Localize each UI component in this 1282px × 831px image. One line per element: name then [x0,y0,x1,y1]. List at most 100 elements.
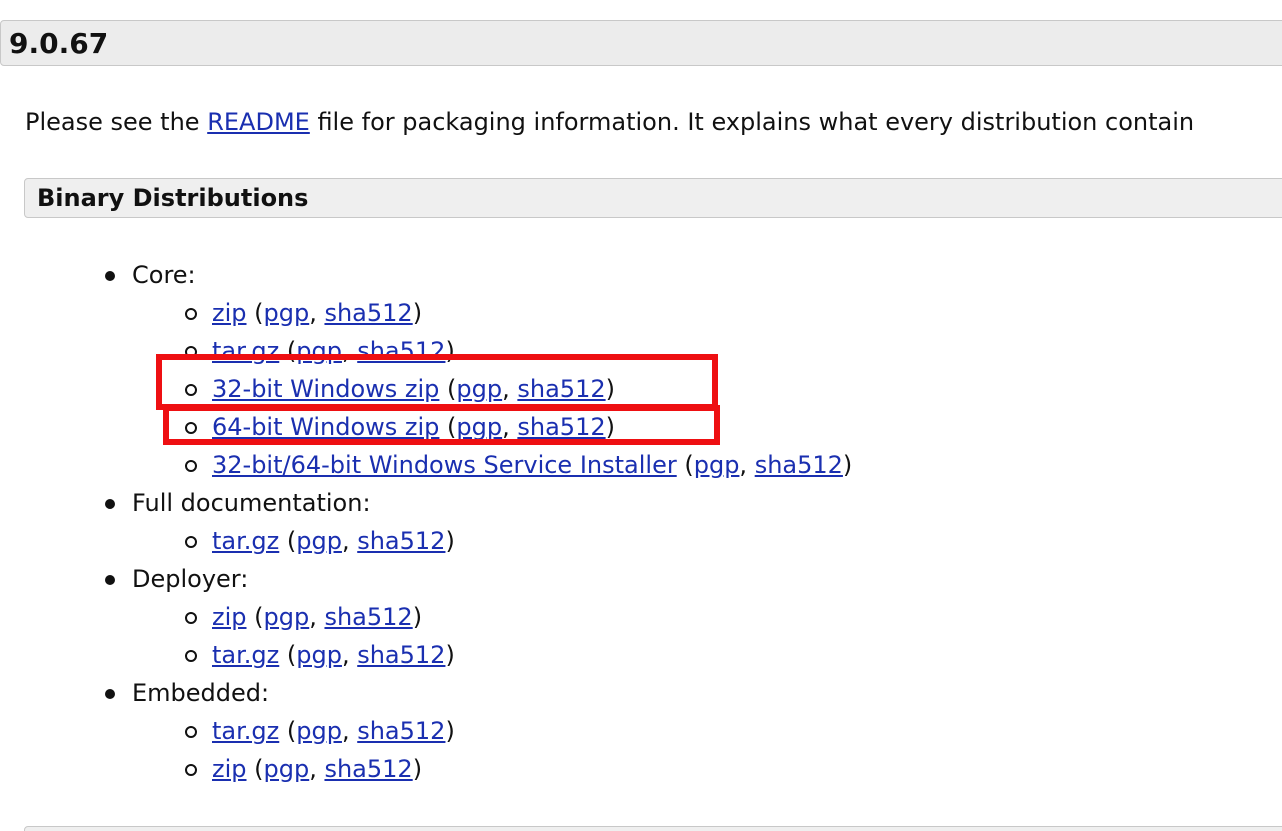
bullet-icon [105,575,115,585]
comma: , [502,375,518,403]
download-link[interactable]: tar.gz [212,641,279,669]
pgp-link[interactable]: pgp [694,451,740,479]
version-title: 9.0.67 [9,27,109,60]
comma: , [341,641,358,669]
pgp-link[interactable]: pgp [264,299,310,327]
sha512-link[interactable]: sha512 [324,603,412,631]
download-links: tar.gz (pgp, sha512) [212,522,455,560]
paren-close: ) [412,603,423,631]
download-links: zip (pgp, sha512) [212,598,422,636]
pgp-link[interactable]: pgp [296,641,342,669]
download-links: tar.gz (pgp, sha512) [212,332,455,370]
paren-open: ( [246,603,264,631]
pgp-link[interactable]: pgp [264,755,310,783]
pgp-link[interactable]: pgp [264,603,310,631]
sha512-link[interactable]: sha512 [357,717,445,745]
bullet-icon [105,689,115,699]
paren-open: ( [246,299,264,327]
download-item: tar.gz (pgp, sha512) [0,712,1282,750]
download-links: zip (pgp, sha512) [212,294,422,332]
pgp-link[interactable]: pgp [456,375,502,403]
comma: , [309,603,325,631]
download-link[interactable]: 64-bit Windows zip [212,413,439,441]
category-label: Deployer: [132,565,249,593]
paren-open: ( [439,375,457,403]
category-item: Embedded: [0,674,1282,712]
sha512-link[interactable]: sha512 [517,375,605,403]
intro-paragraph: Please see the README file for packaging… [25,104,1194,140]
download-item: zip (pgp, sha512) [0,750,1282,788]
sha512-link[interactable]: sha512 [324,299,412,327]
category-item: Deployer: [0,560,1282,598]
pgp-link[interactable]: pgp [296,717,342,745]
circle-bullet-icon [185,612,197,624]
sha512-link[interactable]: sha512 [357,337,445,365]
download-link[interactable]: tar.gz [212,337,279,365]
download-item: tar.gz (pgp, sha512) [0,332,1282,370]
paren-open: ( [279,527,297,555]
category-label: Full documentation: [132,489,371,517]
download-links: tar.gz (pgp, sha512) [212,712,455,750]
paren-open: ( [676,451,694,479]
circle-bullet-icon [185,650,197,662]
sha512-link[interactable]: sha512 [755,451,843,479]
paren-close: ) [445,641,455,669]
page: 9.0.67 Please see the README file for pa… [0,0,1282,831]
paren-close: ) [412,755,423,783]
paren-open: ( [279,337,297,365]
download-link[interactable]: 32-bit/64-bit Windows Service Installer [212,451,677,479]
circle-bullet-icon [185,460,197,472]
readme-link[interactable]: README [207,108,310,136]
pgp-link[interactable]: pgp [296,337,342,365]
download-item: zip (pgp, sha512) [0,294,1282,332]
pgp-link[interactable]: pgp [296,527,342,555]
comma: , [502,413,518,441]
paren-open: ( [279,717,297,745]
paren-close: ) [605,375,615,403]
sha512-link[interactable]: sha512 [357,641,445,669]
pgp-link[interactable]: pgp [456,413,502,441]
circle-bullet-icon [185,422,197,434]
download-link[interactable]: zip [212,603,247,631]
download-links: 32-bit/64-bit Windows Service Installer … [212,446,852,484]
binary-distributions-header: Binary Distributions [24,178,1282,218]
comma: , [309,299,325,327]
category-item: Full documentation: [0,484,1282,522]
sha512-link[interactable]: sha512 [517,413,605,441]
download-links: 64-bit Windows zip (pgp, sha512) [212,408,615,446]
paren-close: ) [445,337,455,365]
paren-close: ) [605,413,615,441]
category-item: Core: [0,256,1282,294]
download-link[interactable]: zip [212,299,247,327]
comma: , [739,451,755,479]
comma: , [309,755,325,783]
intro-text-after: file for packaging information. It expla… [309,108,1195,136]
circle-bullet-icon [185,384,197,396]
download-link[interactable]: zip [212,755,247,783]
download-link[interactable]: tar.gz [212,717,279,745]
paren-close: ) [445,527,455,555]
download-item: 32-bit Windows zip (pgp, sha512) [0,370,1282,408]
bullet-icon [105,499,115,509]
intro-text-before: Please see the [25,108,208,136]
circle-bullet-icon [185,536,197,548]
download-link[interactable]: tar.gz [212,527,279,555]
paren-open: ( [279,641,297,669]
bullet-icon [105,271,115,281]
circle-bullet-icon [185,346,197,358]
sha512-link[interactable]: sha512 [324,755,412,783]
category-label: Core: [132,261,196,289]
category-label: Embedded: [132,679,270,707]
version-header: 9.0.67 [0,20,1282,66]
paren-open: ( [439,413,457,441]
download-item: 64-bit Windows zip (pgp, sha512) [0,408,1282,446]
download-link[interactable]: 32-bit Windows zip [212,375,439,403]
download-item: tar.gz (pgp, sha512) [0,636,1282,674]
paren-close: ) [412,299,423,327]
paren-close: ) [842,451,853,479]
download-item: 32-bit/64-bit Windows Service Installer … [0,446,1282,484]
download-links: 32-bit Windows zip (pgp, sha512) [212,370,615,408]
sha512-link[interactable]: sha512 [357,527,445,555]
circle-bullet-icon [185,308,197,320]
comma: , [341,717,358,745]
